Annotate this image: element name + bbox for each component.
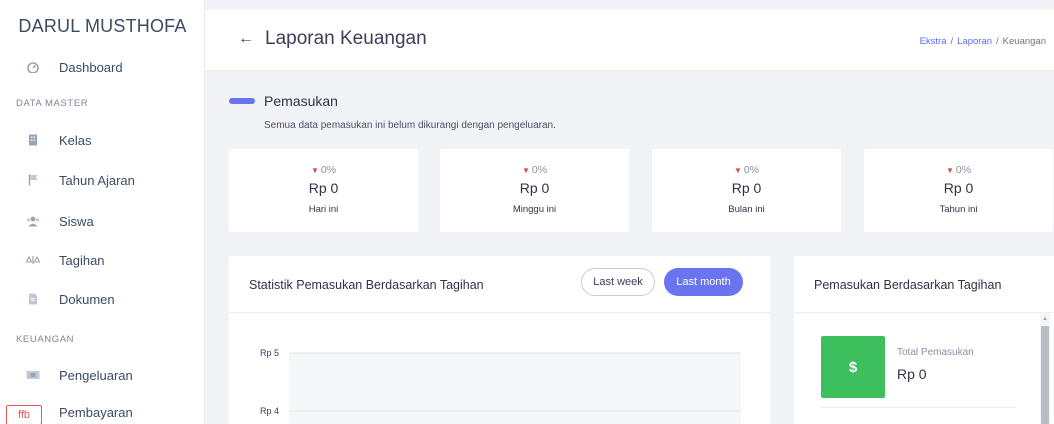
sidebar-item-siswa[interactable]: Siswa bbox=[0, 206, 205, 236]
income-by-bill-card: Pemasukan Berdasarkan Tagihan $ Total Pe… bbox=[794, 256, 1054, 424]
total-income-value: Rp 0 bbox=[897, 366, 927, 382]
stat-value: Rp 0 bbox=[519, 180, 550, 196]
caret-down-icon: ▼ bbox=[521, 166, 530, 175]
stat-change: ▼ 0% bbox=[521, 164, 548, 176]
y-tick-label: Rp 5 bbox=[260, 348, 279, 358]
chart-card: Statistik Pemasukan Berdasarkan Tagihan … bbox=[229, 256, 770, 424]
page-header: ← Laporan Keuangan Ekstra / Laporan / Keuang… bbox=[205, 10, 1054, 70]
chart-area bbox=[289, 353, 741, 424]
dollar-icon: $ bbox=[821, 336, 885, 398]
sidebar-item-dashboard[interactable]: Dashboard bbox=[0, 52, 205, 82]
scrollbar-thumb[interactable] bbox=[1041, 326, 1049, 424]
sidebar-item-tagihan[interactable]: Tagihan bbox=[0, 245, 205, 275]
stat-value: Rp 0 bbox=[943, 180, 974, 196]
users-icon bbox=[26, 214, 40, 228]
stat-value: Rp 0 bbox=[731, 180, 762, 196]
scale-icon bbox=[26, 253, 40, 267]
scroll-up-arrow-icon[interactable]: ▲ bbox=[1042, 316, 1048, 322]
flag-icon bbox=[26, 173, 40, 187]
last-month-button[interactable]: Last month bbox=[664, 268, 743, 296]
sidebar: DARUL MUSTHOFA Dashboard DATA MASTER Kel… bbox=[0, 0, 205, 424]
stat-change: ▼ 0% bbox=[310, 164, 337, 176]
sidebar-item-label: Pembayaran bbox=[59, 404, 133, 420]
sidebar-item-label: Dokumen bbox=[59, 291, 115, 307]
back-arrow-icon[interactable]: ← bbox=[238, 30, 254, 48]
y-tick-label: Rp 4 bbox=[260, 406, 279, 416]
sidebar-item-label: Siswa bbox=[59, 213, 94, 229]
caret-down-icon: ▼ bbox=[310, 166, 319, 175]
total-income-label: Total Pemasukan bbox=[897, 347, 974, 358]
stat-change: ▼ 0% bbox=[733, 164, 760, 176]
income-chart: Rp 5 Rp 4 bbox=[260, 348, 741, 424]
sidebar-item-kelas[interactable]: Kelas bbox=[0, 125, 205, 155]
sidebar-item-dokumen[interactable]: Dokumen bbox=[0, 284, 205, 314]
section-title: Pemasukan bbox=[264, 93, 338, 109]
caret-down-icon: ▼ bbox=[945, 166, 954, 175]
breadcrumb-link-laporan[interactable]: Laporan bbox=[957, 36, 992, 47]
document-icon bbox=[26, 292, 40, 306]
breadcrumb: Ekstra / Laporan / Keuangan bbox=[920, 36, 1046, 47]
stat-card-today: ▼ 0% Rp 0 Hari ini bbox=[229, 149, 418, 232]
building-icon bbox=[26, 133, 40, 147]
stat-label: Tahun ini bbox=[939, 204, 978, 215]
section-label-master: DATA MASTER bbox=[16, 98, 89, 109]
last-week-button[interactable]: Last week bbox=[581, 268, 655, 296]
divider bbox=[821, 407, 1016, 408]
stat-label: Bulan ini bbox=[728, 204, 765, 215]
section-label-finance: KEUANGAN bbox=[16, 334, 75, 345]
sidebar-item-label: Dashboard bbox=[59, 59, 123, 75]
page-title: Laporan Keuangan bbox=[265, 28, 427, 49]
brand-title: DARUL MUSTHOFA bbox=[18, 16, 187, 36]
income-by-bill-header: Pemasukan Berdasarkan Tagihan bbox=[794, 256, 1054, 313]
section-subtitle: Semua data pemasukan ini belum dikurangi… bbox=[264, 120, 556, 131]
stat-label: Minggu ini bbox=[512, 204, 557, 215]
sidebar-item-label: Tahun Ajaran bbox=[59, 172, 135, 188]
sidebar-item-label: Pengeluaran bbox=[59, 367, 133, 383]
stat-card-year: ▼ 0% Rp 0 Tahun ini bbox=[864, 149, 1053, 232]
stat-value: Rp 0 bbox=[308, 180, 339, 196]
breadcrumb-current: Keuangan bbox=[1002, 36, 1046, 47]
stat-card-week: ▼ 0% Rp 0 Minggu ini bbox=[440, 149, 629, 232]
stat-card-month: ▼ 0% Rp 0 Bulan ini bbox=[652, 149, 841, 232]
chart-card-header: Statistik Pemasukan Berdasarkan Tagihan … bbox=[229, 256, 770, 313]
corner-badge[interactable]: ffb bbox=[6, 405, 42, 424]
dashboard-icon bbox=[26, 60, 40, 74]
breadcrumb-separator: / bbox=[996, 36, 999, 47]
wallet-icon bbox=[26, 368, 40, 382]
caret-down-icon: ▼ bbox=[733, 166, 742, 175]
breadcrumb-link-ekstra[interactable]: Ekstra bbox=[920, 36, 947, 47]
sidebar-item-pengeluaran[interactable]: Pengeluaran bbox=[0, 360, 205, 390]
breadcrumb-separator: / bbox=[950, 36, 954, 47]
section-indicator bbox=[229, 98, 255, 104]
sidebar-item-label: Kelas bbox=[59, 132, 92, 148]
income-by-bill-title: Pemasukan Berdasarkan Tagihan bbox=[814, 278, 1002, 292]
sidebar-item-label: Tagihan bbox=[59, 252, 105, 268]
stat-change: ▼ 0% bbox=[945, 164, 972, 176]
chart-title: Statistik Pemasukan Berdasarkan Tagihan bbox=[249, 278, 484, 292]
sidebar-item-tahun-ajaran[interactable]: Tahun Ajaran bbox=[0, 165, 205, 195]
stat-label: Hari ini bbox=[308, 204, 339, 215]
